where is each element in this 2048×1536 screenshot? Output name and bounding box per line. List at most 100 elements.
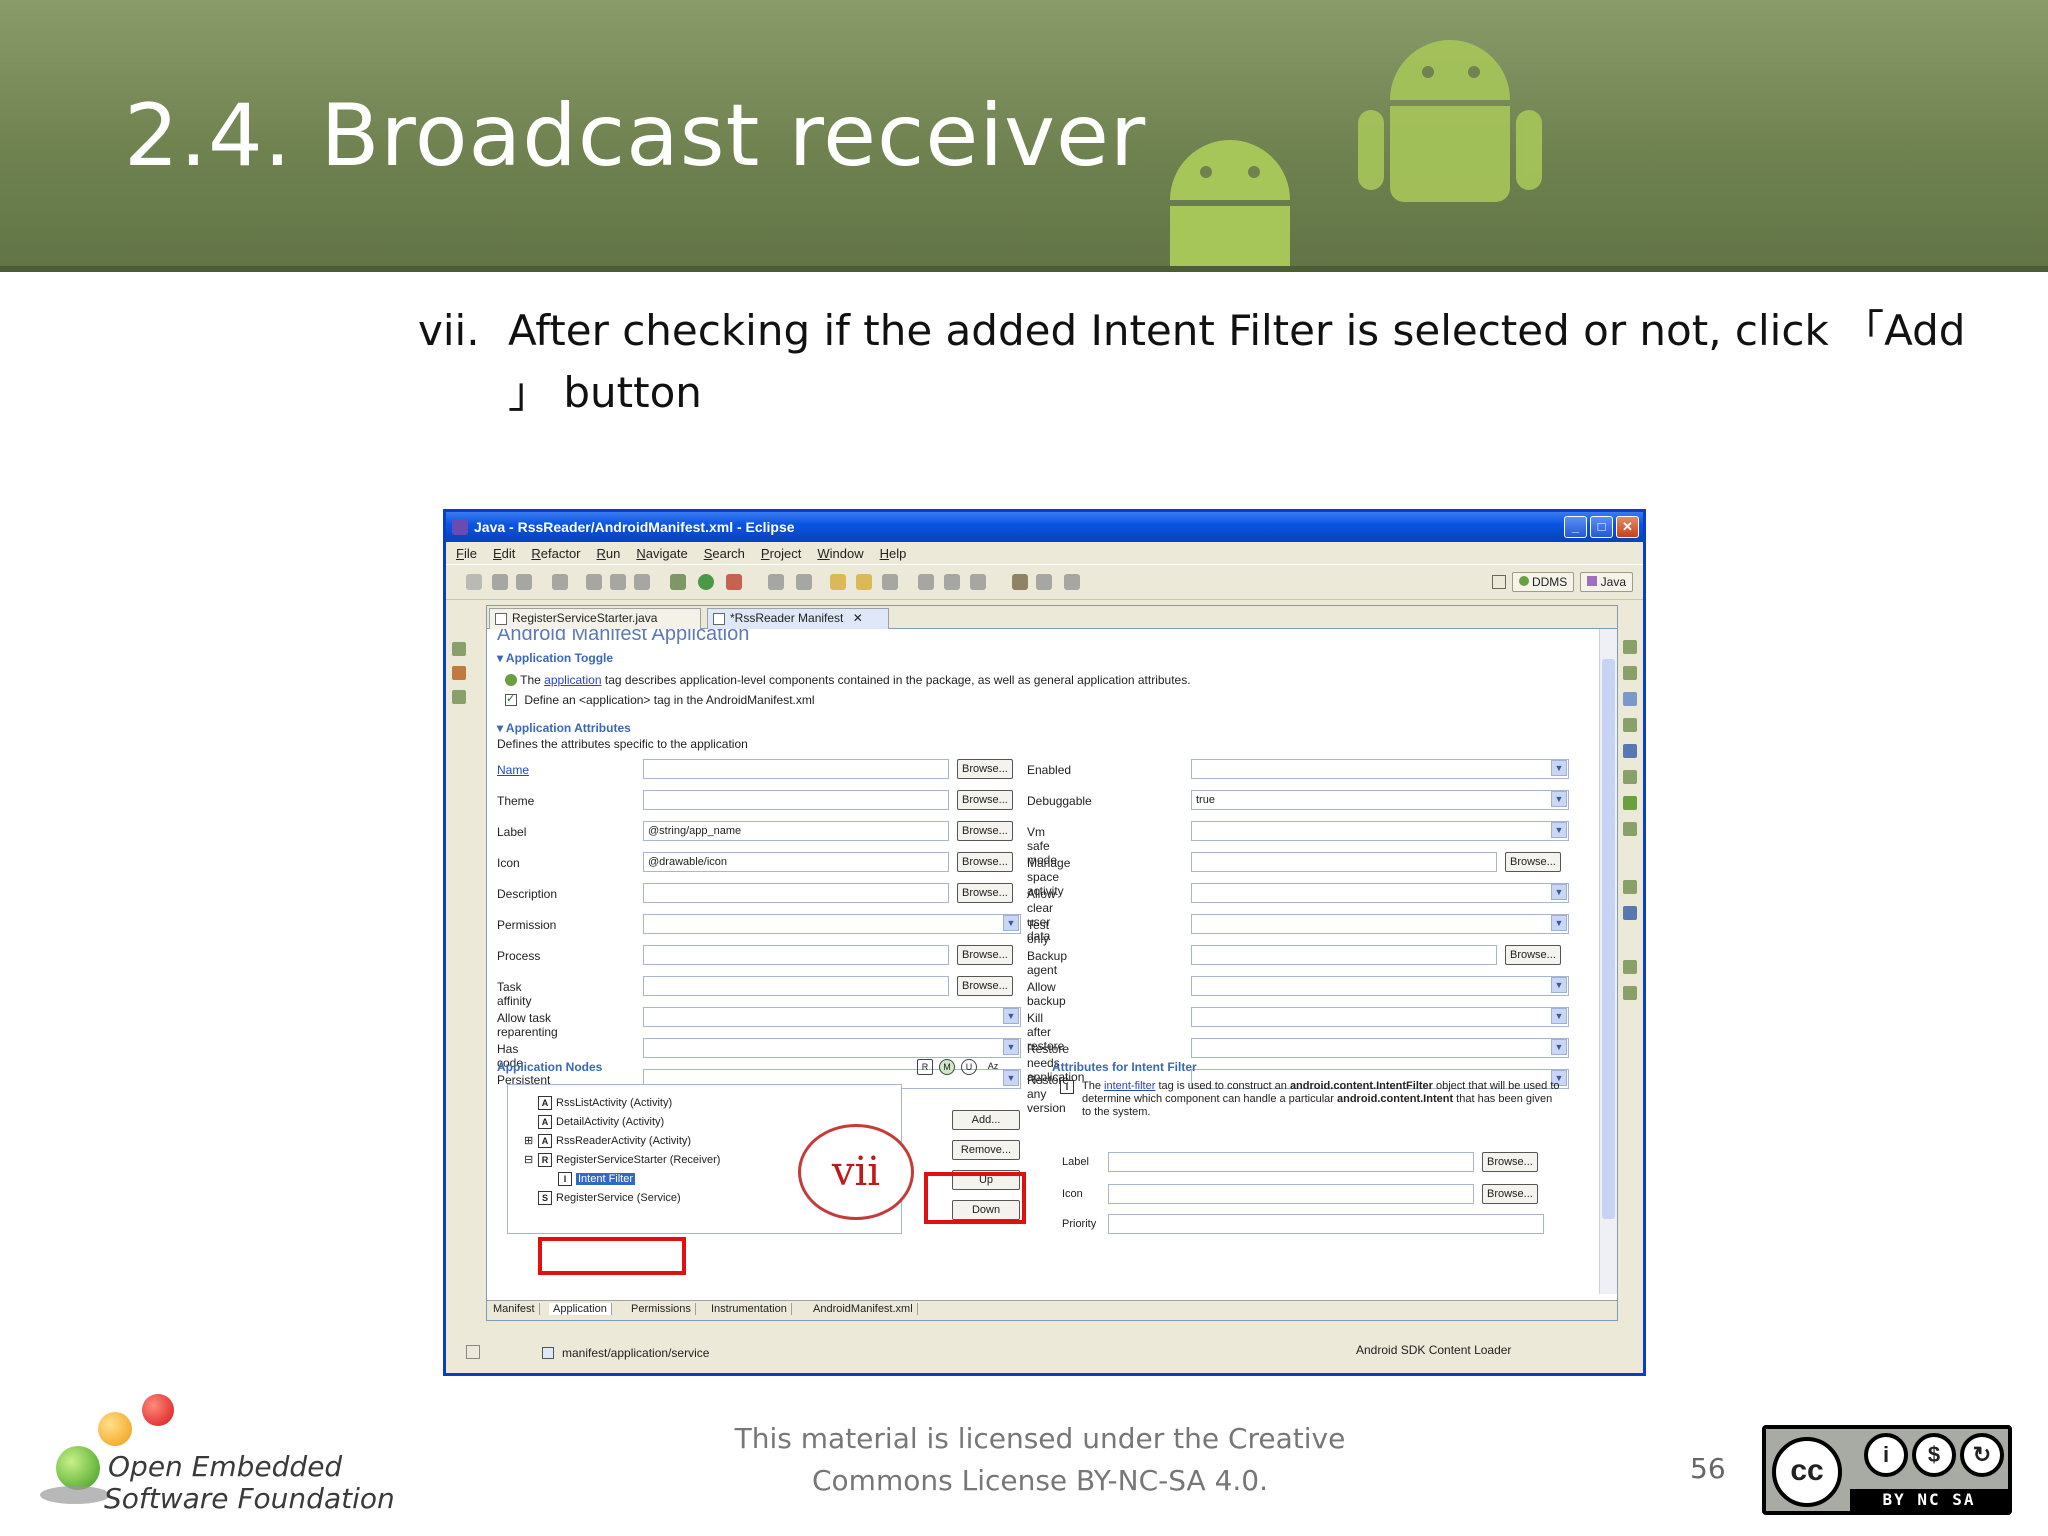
chevron-down-icon[interactable]: ▼ xyxy=(1551,1039,1567,1055)
name-field[interactable] xyxy=(643,759,949,779)
manage-space-activity-field[interactable] xyxy=(1191,852,1497,872)
tab-close-icon[interactable]: ✕ xyxy=(853,611,863,625)
tab-manifest[interactable]: Manifest xyxy=(489,1303,540,1315)
intent-filter-link[interactable]: intent-filter xyxy=(1104,1080,1155,1092)
package-explorer-icon[interactable] xyxy=(452,642,466,656)
fast-view-icon[interactable] xyxy=(466,1345,480,1359)
close-button[interactable]: ✕ xyxy=(1616,516,1639,538)
refresh-icon[interactable] xyxy=(970,574,986,590)
javadoc-icon[interactable] xyxy=(1623,718,1637,732)
process-field[interactable] xyxy=(643,945,949,965)
intent-label-field[interactable] xyxy=(1108,1152,1474,1172)
add-button[interactable]: Add... xyxy=(952,1110,1020,1130)
emulator-control-icon[interactable] xyxy=(1623,822,1637,836)
perspective-ddms[interactable]: DDMS xyxy=(1511,572,1575,592)
define-application-option[interactable]: Define an <application> tag in the Andro… xyxy=(497,692,1599,707)
chevron-down-icon[interactable]: ▼ xyxy=(1551,822,1567,838)
device-icon[interactable] xyxy=(1012,574,1028,590)
chevron-down-icon[interactable]: ▼ xyxy=(1003,915,1019,931)
task-affinity-browse-button[interactable]: Browse... xyxy=(957,976,1013,996)
allow-backup-combo[interactable] xyxy=(1191,976,1569,996)
maximize-button[interactable]: □ xyxy=(1590,516,1613,538)
sdk-manager-icon[interactable] xyxy=(586,574,602,590)
menu-refactor[interactable]: Refactor xyxy=(531,546,580,561)
chevron-down-icon[interactable]: ▼ xyxy=(1551,791,1567,807)
label-browse-button[interactable]: Browse... xyxy=(957,821,1013,841)
menu-navigate[interactable]: Navigate xyxy=(636,546,687,561)
external-tools-icon[interactable] xyxy=(726,574,742,590)
window-titlebar[interactable]: Java - RssReader/AndroidManifest.xml - E… xyxy=(446,512,1643,542)
perspective-java[interactable]: Java xyxy=(1580,572,1633,592)
filter-meta-icon[interactable]: M xyxy=(939,1059,955,1075)
allocation-icon[interactable] xyxy=(1623,986,1637,1000)
tree-node-register-service-starter[interactable]: ⊟ R RegisterServiceStarter (Receiver) xyxy=(524,1152,720,1168)
application-link[interactable]: application xyxy=(544,673,601,687)
open-type-icon[interactable] xyxy=(796,574,812,590)
label-field[interactable]: @string/app_name xyxy=(643,821,949,841)
theme-browse-button[interactable]: Browse... xyxy=(957,790,1013,810)
manage-space-activity-browse-button[interactable]: Browse... xyxy=(1505,852,1561,872)
intent-icon-field[interactable] xyxy=(1108,1184,1474,1204)
print-icon[interactable] xyxy=(516,574,532,590)
tree-node-detail-activity[interactable]: A DetailActivity (Activity) xyxy=(538,1114,664,1130)
intent-label-browse-button[interactable]: Browse... xyxy=(1482,1152,1538,1172)
intent-priority-field[interactable] xyxy=(1108,1214,1544,1234)
tab-androidmanifest-xml[interactable]: AndroidManifest.xml xyxy=(809,1303,918,1315)
description-field[interactable] xyxy=(643,883,949,903)
menu-file[interactable]: File xyxy=(456,546,477,561)
process-browse-button[interactable]: Browse... xyxy=(957,945,1013,965)
threads-icon[interactable] xyxy=(1623,880,1637,894)
chevron-down-icon[interactable]: ▼ xyxy=(1551,884,1567,900)
lock-icon[interactable] xyxy=(552,574,568,590)
hierarchy-icon[interactable] xyxy=(452,666,466,680)
menu-window[interactable]: Window xyxy=(817,546,863,561)
define-application-checkbox[interactable] xyxy=(505,692,517,706)
layout-icon[interactable] xyxy=(944,574,960,590)
tab-register-service-starter[interactable]: RegisterServiceStarter.java xyxy=(489,608,701,629)
debuggable-combo[interactable]: true xyxy=(1191,790,1569,810)
remove-button[interactable]: Remove... xyxy=(952,1140,1020,1160)
collapse-tree-icon[interactable]: ⊟ xyxy=(524,1152,533,1168)
chevron-down-icon[interactable]: ▼ xyxy=(1551,977,1567,993)
intent-filter-attributes-heading[interactable]: Attributes for Intent Filter xyxy=(1052,1060,1582,1074)
package-icon[interactable] xyxy=(918,574,934,590)
allow-task-reparenting-combo[interactable] xyxy=(643,1007,1021,1027)
enabled-combo[interactable] xyxy=(1191,759,1569,779)
run-icon[interactable] xyxy=(698,574,714,590)
name-browse-button[interactable]: Browse... xyxy=(957,759,1013,779)
forward-icon[interactable] xyxy=(856,574,872,590)
menu-search[interactable]: Search xyxy=(704,546,745,561)
description-browse-button[interactable]: Browse... xyxy=(957,883,1013,903)
avd-icon[interactable] xyxy=(610,574,626,590)
problems-icon[interactable] xyxy=(1623,692,1637,706)
menu-edit[interactable]: Edit xyxy=(493,546,515,561)
expand-icon[interactable]: ⊞ xyxy=(524,1133,533,1149)
pin-icon[interactable] xyxy=(1064,574,1080,590)
tab-instrumentation[interactable]: Instrumentation xyxy=(707,1303,792,1315)
outline-icon[interactable] xyxy=(1623,640,1637,654)
tab-application[interactable]: Application xyxy=(549,1303,612,1315)
kill-after-restore-combo[interactable] xyxy=(1191,1007,1569,1027)
menu-run[interactable]: Run xyxy=(597,546,621,561)
task-affinity-field[interactable] xyxy=(643,976,949,996)
application-attributes-heading[interactable]: ▾ Application Attributes xyxy=(497,721,1599,735)
history-icon[interactable] xyxy=(882,574,898,590)
back-icon[interactable] xyxy=(830,574,846,590)
console-icon[interactable] xyxy=(1623,744,1637,758)
scrollbar-thumb[interactable] xyxy=(1602,659,1615,1219)
backup-agent-field[interactable] xyxy=(1191,945,1497,965)
file-explorer-icon[interactable] xyxy=(1623,960,1637,974)
save-icon[interactable] xyxy=(492,574,508,590)
minimize-button[interactable]: _ xyxy=(1564,516,1587,538)
intent-icon-browse-button[interactable]: Browse... xyxy=(1482,1184,1538,1204)
chevron-down-icon[interactable]: ▼ xyxy=(1003,1039,1019,1055)
permission-combo[interactable] xyxy=(643,914,1021,934)
logcat-icon[interactable] xyxy=(1623,770,1637,784)
tree-node-rsslist-activity[interactable]: A RssListActivity (Activity) xyxy=(538,1095,672,1111)
allow-clear-user-data-combo[interactable] xyxy=(1191,883,1569,903)
tree-node-register-service[interactable]: S RegisterService (Service) xyxy=(538,1190,681,1206)
chevron-down-icon[interactable]: ▼ xyxy=(1003,1008,1019,1024)
lint-icon[interactable] xyxy=(634,574,650,590)
outline-view-icon[interactable] xyxy=(452,690,466,704)
open-perspective-icon[interactable] xyxy=(1491,575,1506,589)
